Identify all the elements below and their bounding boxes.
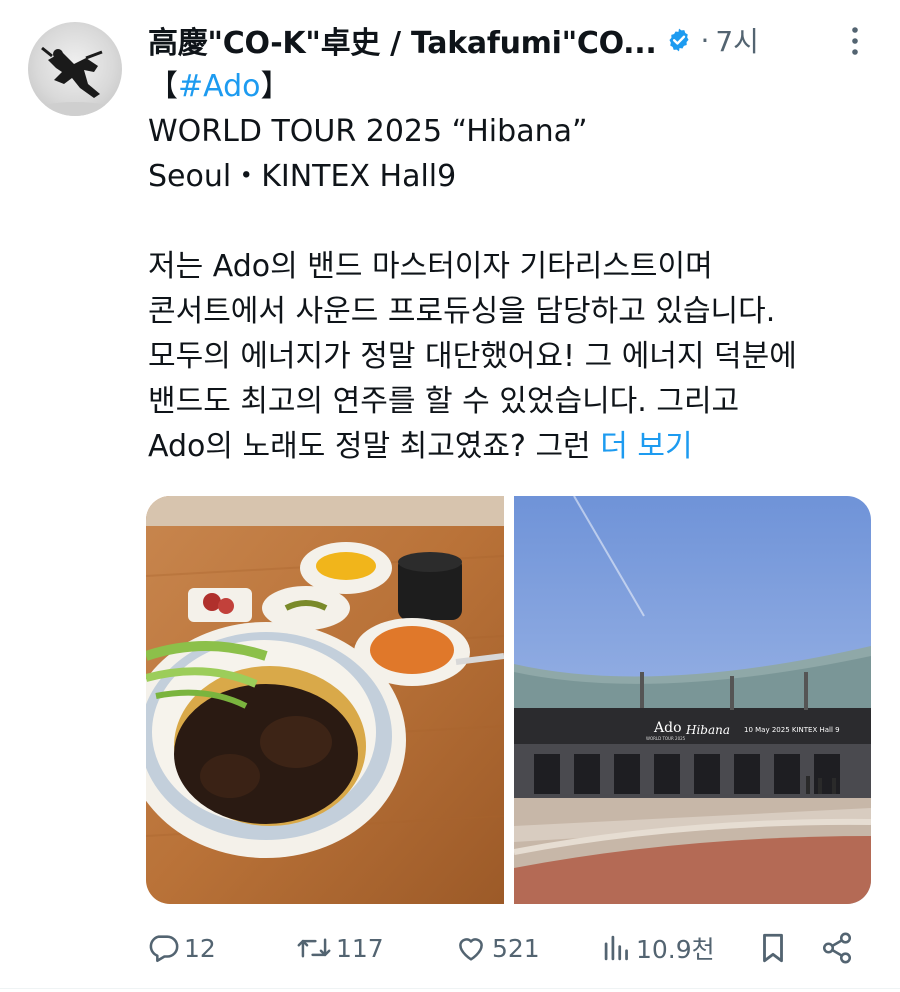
sign-tour: WORLD TOUR 2025 (646, 736, 686, 741)
tweet-text-segment: 모두의 에너지가 정말 대단했어요! 그 에너지 덕분에 (148, 339, 797, 374)
tweet-text-segment: WORLD TOUR 2025 “Hibana” (148, 114, 588, 149)
tweet-text-line: Ado의 노래도 정말 최고였죠? 그런 더 보기 (148, 424, 848, 469)
tweet-text-blank-line (148, 199, 848, 244)
tweet-text-line: 콘서트에서 사운드 프로듀싱을 담당하고 있습니다. (148, 289, 848, 334)
tweet-text-segment: 저는 Ado의 밴드 마스터이자 기타리스트이며 (148, 249, 713, 284)
reply-count: 12 (184, 933, 216, 963)
share-button[interactable] (820, 920, 854, 976)
tweet-text-segment: 【 (148, 69, 178, 104)
photo-jajangmyeon[interactable] (146, 496, 504, 904)
tweet-separator: · (700, 23, 710, 57)
action-bar: 12 117 521 10.9천 (146, 920, 858, 976)
tweet-text-line: WORLD TOUR 2025 “Hibana” (148, 109, 848, 154)
tweet-text-line: 모두의 에너지가 정말 대단했어요! 그 에너지 덕분에 (148, 334, 848, 379)
tweet-time[interactable]: 7시 (715, 20, 759, 60)
heart-icon (459, 938, 483, 961)
media-grid: Ado WORLD TOUR 2025 Hibana 10 May 2025 K… (146, 496, 871, 904)
bookmark-button[interactable] (758, 920, 788, 976)
tweet-text: 【#Ado】 WORLD TOUR 2025 “Hibana” Seoul・KINT… (148, 64, 848, 469)
tweet-header: 高慶"CO-K"卓史 / Takafumi"CO... · 7시 (148, 14, 870, 66)
tweet-text-segment: Ado의 노래도 정말 최고였죠? 그런 (148, 429, 601, 464)
tweet-text-segment: 】 (260, 69, 291, 104)
like-count: 521 (492, 933, 540, 963)
share-icon (822, 932, 852, 964)
repost-button[interactable]: 117 (296, 920, 384, 976)
tweet-text-line: 【#Ado】 (148, 64, 848, 109)
hashtag-link[interactable]: #Ado (178, 69, 261, 104)
sign-hibana: Hibana (685, 723, 730, 737)
show-more-link[interactable]: 더 보기 (600, 429, 692, 464)
avatar[interactable] (28, 22, 122, 116)
views-button[interactable]: 10.9천 (602, 920, 715, 976)
tweet-text-line: Seoul・KINTEX Hall9 (148, 154, 848, 199)
divider (0, 988, 900, 989)
repost-count: 117 (336, 933, 384, 963)
reply-icon (149, 935, 179, 963)
bookmark-icon (763, 933, 783, 963)
avatar-image (35, 46, 115, 116)
verified-badge-icon (669, 28, 689, 52)
tweet-text-line: 저는 Ado의 밴드 마스터이자 기타리스트이며 (148, 244, 848, 289)
tweet-text-segment: Seoul・KINTEX Hall9 (148, 159, 457, 194)
views-icon (604, 935, 628, 961)
sign-date-venue: 10 May 2025 KINTEX Hall 9 (744, 726, 840, 734)
view-count: 10.9천 (636, 935, 715, 964)
reply-button[interactable]: 12 (146, 920, 216, 976)
tweet-text-line: 밴드도 최고의 연주를 할 수 있었습니다. 그리고 (148, 379, 848, 424)
sign-ado: Ado (653, 720, 682, 736)
tweet-text-segment: 콘서트에서 사운드 프로듀싱을 담당하고 있습니다. (148, 294, 776, 329)
like-button[interactable]: 521 (454, 920, 540, 976)
display-name[interactable]: 高慶"CO-K"卓史 / Takafumi"CO... (148, 18, 657, 62)
repost-icon (297, 938, 331, 958)
photo-kintex-venue[interactable]: Ado WORLD TOUR 2025 Hibana 10 May 2025 K… (513, 496, 872, 904)
more-vertical-icon[interactable] (840, 22, 870, 60)
tweet-text-segment: 밴드도 최고의 연주를 할 수 있었습니다. 그리고 (148, 384, 740, 419)
